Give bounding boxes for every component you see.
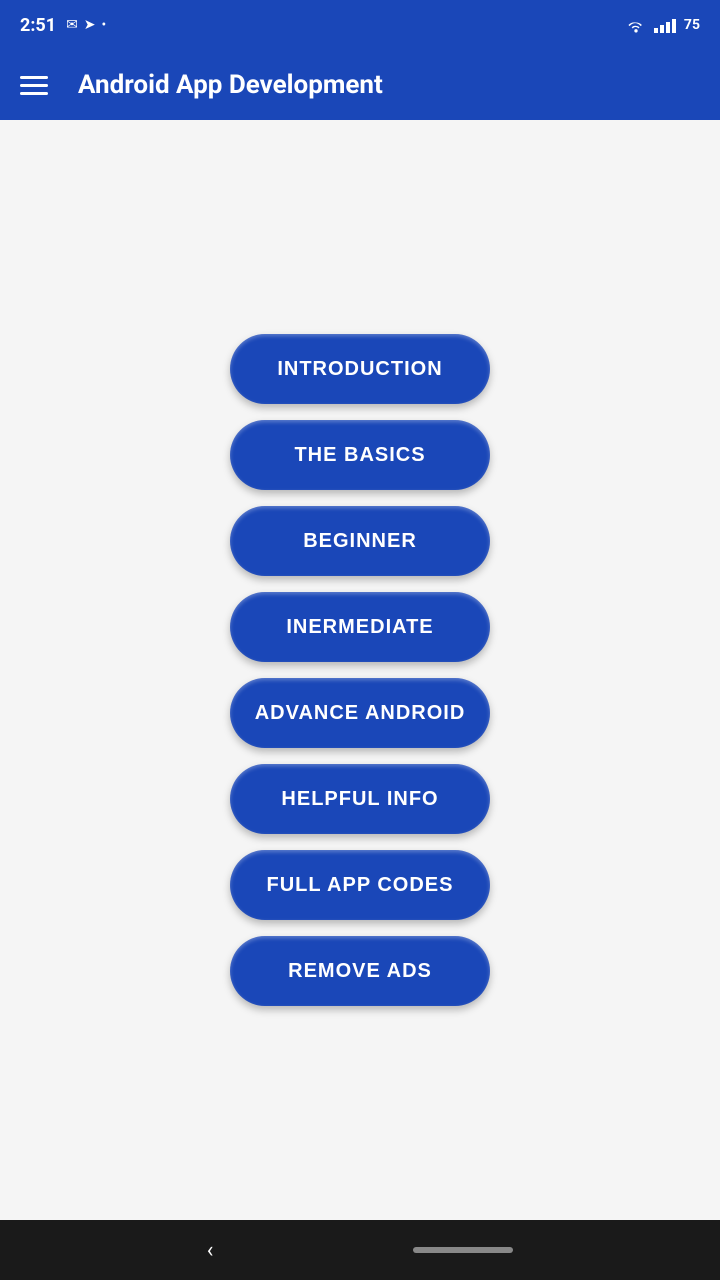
remove-ads-button[interactable]: REMOVE ADS — [230, 936, 490, 1006]
main-content: INTRODUCTION THE BASICS BEGINNER INERMED… — [0, 120, 720, 1220]
home-indicator[interactable] — [413, 1247, 513, 1253]
hamburger-line-3 — [20, 92, 48, 95]
status-bar-left: 2:51 ✉ ➤ • — [20, 15, 106, 36]
hamburger-line-1 — [20, 76, 48, 79]
status-bar: 2:51 ✉ ➤ • 75 — [0, 0, 720, 50]
notification-dot: • — [102, 17, 107, 33]
status-notification-icons: ✉ ➤ • — [66, 17, 106, 33]
status-time: 2:51 — [20, 15, 56, 36]
intermediate-button[interactable]: INERMEDIATE — [230, 592, 490, 662]
app-bar: Android App Development — [0, 50, 720, 120]
full-app-codes-button[interactable]: FULL APP CODES — [230, 850, 490, 920]
back-button[interactable]: ‹ — [207, 1238, 214, 1263]
nav-bar: ‹ — [0, 1220, 720, 1280]
app-title: Android App Development — [78, 70, 383, 100]
mail-icon: ✉ — [66, 17, 78, 33]
the-basics-button[interactable]: THE BASICS — [230, 420, 490, 490]
helpful-info-button[interactable]: HELPFUL INFO — [230, 764, 490, 834]
hamburger-menu-button[interactable] — [20, 76, 48, 95]
status-bar-right: 75 — [626, 17, 700, 33]
battery-level: 75 — [684, 17, 700, 33]
wifi-icon — [626, 17, 646, 33]
navigation-icon: ➤ — [84, 17, 96, 33]
signal-icon — [654, 17, 676, 33]
advance-android-button[interactable]: ADVANCE ANDROID — [230, 678, 490, 748]
hamburger-line-2 — [20, 84, 48, 87]
introduction-button[interactable]: INTRODUCTION — [230, 334, 490, 404]
beginner-button[interactable]: BEGINNER — [230, 506, 490, 576]
